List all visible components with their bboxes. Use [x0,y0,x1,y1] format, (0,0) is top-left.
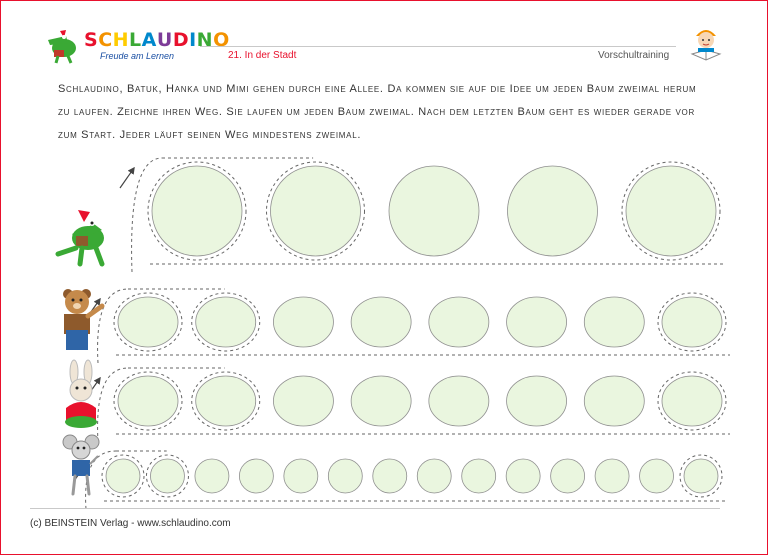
tree-circle [506,375,567,427]
rabbit-icon [65,359,97,428]
tree-circle [661,296,723,348]
tree-circle [639,458,674,494]
tree-circle [583,296,645,348]
tree-circle [327,458,363,494]
mouse-icon [62,434,100,496]
tracing-row-1 [119,157,724,273]
tree-circle [583,375,645,427]
tree-circle [151,165,243,257]
tracing-row-3 [85,367,730,443]
tree-circle [416,458,452,494]
tree-circle [428,296,490,348]
tree-circle [388,165,480,257]
tree-circle [270,165,361,257]
tree-circle [195,375,257,427]
tree-circle [507,165,598,257]
tree-circle [505,458,541,494]
tree-circle [550,458,586,494]
tree-circle [273,375,334,427]
tree-circle [117,375,179,427]
tree-circle [283,458,319,494]
tree-circle [273,296,334,348]
tree-circle [194,458,230,494]
crocodile-icon [55,210,105,267]
tracing-worksheet [55,157,730,510]
tree-circle [461,458,497,494]
tree-circle [350,296,412,348]
tree-circle [105,458,141,494]
tracing-row-2 [85,288,730,364]
tree-circle [625,165,717,257]
tree-circle [594,458,630,494]
tree-circle [506,296,567,348]
tree-circle [195,296,257,348]
tree-circle [661,375,723,427]
tree-circle [350,375,412,427]
tree-circle [683,458,719,494]
bear-icon [63,289,105,350]
tree-circle [372,458,408,494]
tracing-row-4 [73,450,726,510]
direction-arrow-icon [119,166,135,189]
tree-circle [150,458,185,494]
tree-circle [117,296,179,348]
tree-circle [428,375,490,427]
footer-copyright: (c) BEINSTEIN Verlag - www.schlaudino.co… [30,518,231,529]
tree-circle [238,458,274,494]
footer-rule [30,508,720,509]
